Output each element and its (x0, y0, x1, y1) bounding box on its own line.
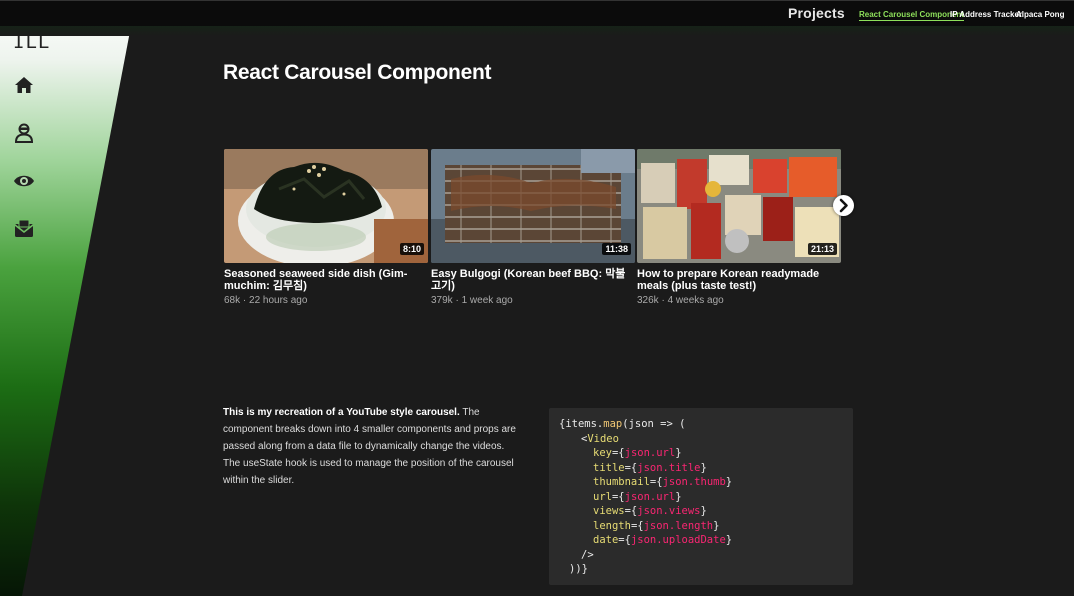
code-line: title={json.title} (593, 461, 707, 474)
video-card[interactable]: 8:10 Seasoned seaweed side dish (Gim-muc… (224, 149, 428, 306)
code-snippet: {items.map(json => ( <Video key={json.ur… (549, 408, 853, 585)
project-description: This is my recreation of a YouTube style… (223, 404, 523, 489)
video-duration: 21:13 (807, 243, 837, 255)
code-line: length={json.length} (593, 519, 720, 532)
video-thumbnail[interactable]: 21:13 (637, 149, 841, 263)
user-icon[interactable] (13, 122, 35, 144)
nav-link-react-carousel[interactable]: React Carousel Component (859, 10, 964, 21)
code-line: ))} (569, 563, 588, 575)
video-thumbnail[interactable]: 8:10 (224, 149, 428, 263)
video-title[interactable]: Easy Bulgogi (Korean beef BBQ: 막불고기) (431, 268, 627, 292)
video-title[interactable]: Seasoned seaweed side dish (Gim-muchim: … (224, 268, 420, 292)
sidebar: PH ILL (0, 0, 136, 596)
description-body: The component breaks down into 4 smaller… (223, 407, 516, 486)
code-line: url={json.url} (593, 490, 682, 503)
video-duration: 8:10 (399, 243, 424, 255)
video-card[interactable]: 11:38 Easy Bulgogi (Korean beef BBQ: 막불고… (431, 149, 635, 306)
home-icon[interactable] (13, 74, 35, 96)
code-line: views={json.views} (593, 505, 707, 517)
description-lead: This is my recreation of a YouTube style… (223, 407, 460, 418)
video-meta: 326k · 4 weeks ago (637, 295, 724, 306)
nav-link-alpaca-pong[interactable]: Alpaca Pong (1016, 10, 1064, 19)
code-line: date={json.uploadDate} (593, 534, 733, 546)
nav-link-ip-address-tracker[interactable]: IP Address Tracker (950, 10, 1022, 19)
video-meta: 68k · 22 hours ago (224, 295, 308, 306)
mail-icon[interactable] (13, 218, 35, 240)
eye-icon[interactable] (13, 170, 35, 192)
nav-title[interactable]: Projects (788, 5, 845, 21)
code-line: /> (581, 548, 594, 561)
code-line: key={json.url} (593, 447, 682, 459)
page-title: React Carousel Component (223, 61, 492, 84)
video-duration: 11:38 (602, 243, 631, 255)
top-navigation: Projects React Carousel Component IP Add… (0, 0, 1074, 27)
chevron-right-icon[interactable] (833, 195, 854, 216)
header-shadow (0, 26, 1074, 36)
video-title[interactable]: How to prepare Korean readymade meals (p… (637, 268, 833, 292)
code-line: <Video (581, 432, 619, 445)
code-line: thumbnail={json.thumb} (593, 476, 733, 488)
video-card[interactable]: 21:13 How to prepare Korean readymade me… (637, 149, 841, 306)
video-thumbnail[interactable]: 11:38 (431, 149, 635, 263)
code-line: {items.map(json => ( (559, 418, 686, 430)
video-meta: 379k · 1 week ago (431, 295, 513, 306)
